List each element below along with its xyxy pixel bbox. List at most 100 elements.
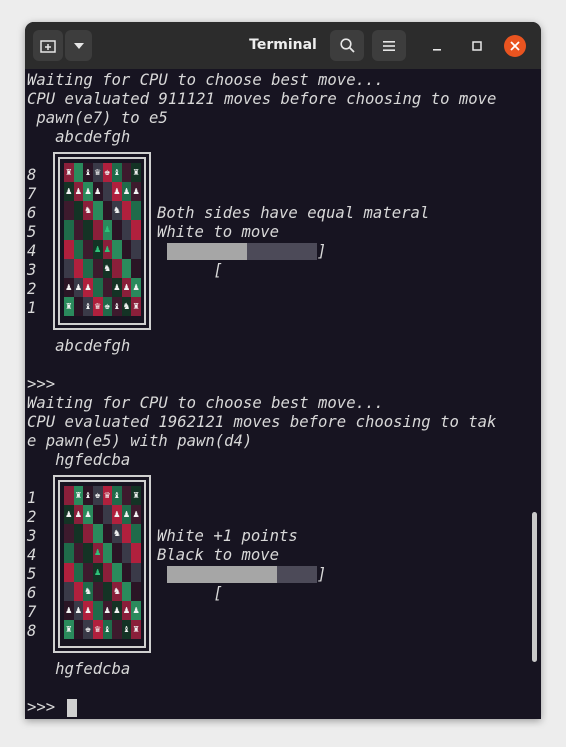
board-square: [83, 239, 93, 259]
rank-label: 3: [27, 527, 37, 545]
board-square: ♜: [64, 163, 74, 183]
board-square: [131, 220, 141, 240]
board-square: [121, 524, 132, 544]
close-button[interactable]: [504, 35, 526, 57]
rank-label: 4: [27, 242, 37, 260]
board-square: [102, 277, 113, 297]
board-square: ♟: [121, 600, 132, 620]
title-bar: Terminal: [25, 22, 541, 69]
board-square: [83, 220, 93, 240]
minimize-button[interactable]: [425, 34, 449, 58]
close-icon: [510, 41, 520, 51]
board-square: [92, 201, 103, 221]
board2-files-bottom: hgfedcba: [27, 660, 131, 678]
window-title: Terminal: [249, 37, 317, 53]
board-square: ♞: [112, 201, 122, 221]
board-square: [64, 543, 74, 563]
board-square: ♜: [131, 619, 141, 639]
board-square: ♚: [83, 619, 93, 639]
progress-bracket-right: ]: [317, 242, 327, 260]
board2-status-line1: White +1 points: [157, 527, 298, 545]
rank-label: 8: [27, 166, 37, 184]
board1-files-top: abcdefgh: [27, 128, 131, 146]
output-line: Waiting for CPU to choose best move...: [27, 394, 384, 412]
rank-label: 7: [27, 185, 37, 203]
prompt-line: >>>: [27, 375, 56, 393]
board-square: ♛: [92, 296, 103, 316]
menu-button[interactable]: [372, 30, 406, 61]
search-button[interactable]: [330, 30, 364, 61]
board-square: ♟: [83, 277, 93, 297]
board-square: [73, 543, 84, 563]
board2-inner-frame: ♜ ♝ ♚ ♛ ♝ ♜ ♟ ♟ ♟ ♟ ♟ ♟ ♞ ♟ ♟ ♞ ♞ ♟ ♟ ♟ ♟ ♟ ♟ ♟ ♜ ♚ ♛ ♝ ♝ ♜: [58, 480, 146, 648]
board-square: ♟: [121, 182, 132, 202]
board-square: [112, 258, 122, 278]
board-square: [92, 600, 103, 620]
board1-frame: ♜ ♝ ♛ ♚ ♝ ♜ ♟ ♟ ♟ ♟ ♟ ♟ ♟ ♞ ♞ ♟ ♟ ♟ ♞ ♟ ♟ ♟ ♟ ♟ ♟ ♜ ♝ ♛ ♚ ♝ ♞ ♜: [53, 152, 151, 330]
board-square: [83, 524, 93, 544]
rank-label: 6: [27, 584, 37, 602]
board-square: [102, 581, 113, 601]
board-square: ♜: [64, 619, 74, 639]
board-square: ♟: [131, 600, 141, 620]
board-square: [131, 543, 141, 563]
terminal-output[interactable]: Waiting for CPU to choose best move... C…: [27, 71, 527, 719]
board-square: ♟: [131, 182, 141, 202]
board-square: [92, 258, 103, 278]
rank-label: 8: [27, 622, 37, 640]
board-square: ♟: [112, 505, 122, 525]
board-square: ♞: [83, 201, 93, 221]
board-square: ♟: [102, 220, 113, 240]
board-square: ♟: [73, 505, 84, 525]
board-square: [73, 201, 84, 221]
board-square: [92, 277, 103, 297]
board-square: ♟: [64, 277, 74, 297]
board-square: [64, 239, 74, 259]
board-square: [121, 258, 132, 278]
progress-bracket-left: [: [213, 261, 223, 279]
rank-label: 1: [27, 299, 37, 317]
board-square: ♟: [83, 182, 93, 202]
chess-board-2: ♜ ♝ ♚ ♛ ♝ ♜ ♟ ♟ ♟ ♟ ♟ ♟ ♞ ♟ ♟ ♞ ♞ ♟ ♟ ♟ ♟ ♟ ♟ ♟ ♜ ♚ ♛ ♝ ♝ ♜: [64, 486, 141, 639]
progress-bracket-right: ]: [317, 565, 327, 583]
new-tab-button[interactable]: [33, 30, 63, 61]
board-square: ♞: [112, 524, 122, 544]
rank-label: 2: [27, 280, 37, 298]
board1-status-line1: Both sides have equal materal: [157, 204, 430, 222]
board-square: [121, 543, 132, 563]
board-square: ♟: [121, 505, 132, 525]
board-square: ♛: [92, 619, 103, 639]
board1-inner-frame: ♜ ♝ ♛ ♚ ♝ ♜ ♟ ♟ ♟ ♟ ♟ ♟ ♟ ♞ ♞ ♟ ♟ ♟ ♞ ♟ ♟ ♟ ♟ ♟ ♟ ♜ ♝ ♛ ♚ ♝ ♞ ♜: [58, 157, 146, 325]
chevron-down-icon: [73, 42, 84, 49]
text-cursor: [67, 699, 77, 717]
board-square: ♞: [102, 258, 113, 278]
board1-progress: [ ]: [157, 242, 327, 279]
progress-bar: [167, 566, 317, 583]
rank-label: 5: [27, 223, 37, 241]
board-square: [73, 581, 84, 601]
board-square: [73, 163, 84, 183]
board-square: ♟: [131, 277, 141, 297]
board-square: [73, 562, 84, 582]
board-square: ♟: [83, 600, 93, 620]
board-square: ♜: [131, 486, 141, 506]
board-square: ♝: [102, 619, 113, 639]
board-square: [121, 239, 132, 259]
rank-label: 7: [27, 603, 37, 621]
rank-label: 3: [27, 261, 37, 279]
board-square: ♟: [83, 505, 93, 525]
board-square: ♞: [83, 581, 93, 601]
scrollbar[interactable]: [532, 512, 537, 662]
board-square: [64, 258, 74, 278]
prompt-line: >>>: [27, 698, 65, 716]
board-square: ♜: [131, 296, 141, 316]
board-square: ♛: [92, 163, 103, 183]
board-square: [64, 581, 74, 601]
board2-files-top: hgfedcba: [27, 451, 131, 469]
board-square: [131, 239, 141, 259]
board-square: ♝: [83, 163, 93, 183]
board-square: [92, 505, 103, 525]
board-square: ♜: [64, 296, 74, 316]
maximize-button[interactable]: [465, 34, 489, 58]
tab-menu-button[interactable]: [65, 30, 92, 61]
